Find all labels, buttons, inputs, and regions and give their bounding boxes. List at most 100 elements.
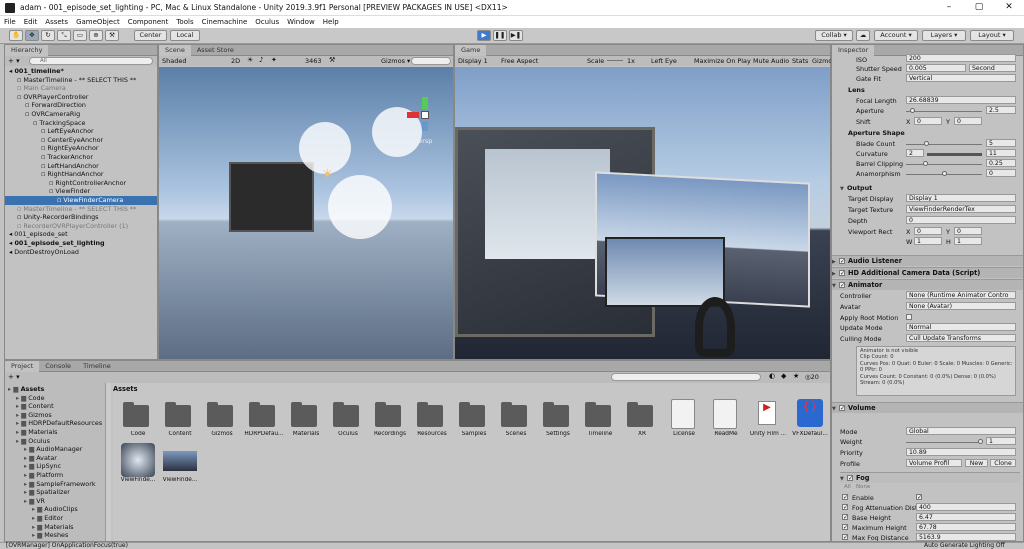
hierarchy-item[interactable]: ▫ Main Camera xyxy=(5,84,157,93)
custom-tool-button[interactable]: ⚒ xyxy=(105,30,119,41)
shift-y-field[interactable]: 0 xyxy=(954,117,982,125)
display-dropdown[interactable]: Display 1 xyxy=(458,57,488,65)
curvature-range-slider[interactable] xyxy=(927,153,982,156)
asset-item[interactable]: ViewFinde... xyxy=(159,441,201,501)
project-tree-item[interactable]: ▸ ▆ Materials xyxy=(5,428,105,437)
project-create-button[interactable]: + ▾ xyxy=(8,373,20,381)
filter-label-icon[interactable]: ◆ xyxy=(781,372,786,380)
tab-asset-store[interactable]: Asset Store xyxy=(191,45,240,56)
scene-orientation-gizmo[interactable] xyxy=(407,97,443,133)
stats-toggle[interactable]: Stats xyxy=(792,57,808,65)
vrect-y-field[interactable]: 0 xyxy=(954,227,982,235)
profile-field[interactable]: Volume Profil xyxy=(906,459,962,467)
project-tree-item[interactable]: ▸ ▆ VR xyxy=(5,497,105,506)
menu-component[interactable]: Component xyxy=(124,16,173,28)
project-tree-item[interactable]: ▸ ▆ AudioClips xyxy=(5,505,105,514)
project-tree-item[interactable]: ▸ ▆ Gizmos xyxy=(5,411,105,420)
base-height-field[interactable]: 6.47 xyxy=(916,513,1016,521)
mode-dropdown[interactable]: Global xyxy=(906,427,1016,435)
pause-button[interactable]: ❚❚ xyxy=(493,30,507,41)
shift-x-field[interactable]: 0 xyxy=(914,117,942,125)
hierarchy-item[interactable]: ▫ RightHandAnchor xyxy=(5,170,157,179)
asset-item[interactable]: Samples xyxy=(453,395,495,455)
update-mode-dropdown[interactable]: Normal xyxy=(906,323,1016,331)
asset-item[interactable]: Settings xyxy=(537,395,579,455)
fog-all-toggle[interactable]: All xyxy=(844,484,851,490)
aspect-dropdown[interactable]: Free Aspect xyxy=(501,57,538,65)
asset-item[interactable]: ReadMe xyxy=(705,395,747,455)
asset-item[interactable]: Scenes xyxy=(495,395,537,455)
asset-item[interactable]: ▶Unity Film ... xyxy=(747,395,789,455)
project-tree-item[interactable]: ▸ ▆ Code xyxy=(5,394,105,403)
asset-item[interactable]: License xyxy=(663,395,705,455)
depth-field[interactable]: 0 xyxy=(906,216,1016,224)
layout-dropdown[interactable]: Layout ▾ xyxy=(970,30,1014,41)
barrel-clipping-slider[interactable] xyxy=(906,164,982,165)
collab-button[interactable]: Collab ▾ xyxy=(815,30,853,41)
game-viewport[interactable] xyxy=(455,67,830,359)
scene-viewport[interactable]: ☀ < Persp xyxy=(159,67,453,359)
fog-attenuation-field[interactable]: 400 xyxy=(916,503,1016,511)
project-tree-item[interactable]: ▸ ▆ SampleFramework xyxy=(5,480,105,489)
hierarchy-item[interactable]: ▫ ForwardDirection xyxy=(5,101,157,110)
root-motion-checkbox[interactable] xyxy=(906,314,912,320)
priority-field[interactable]: 10.89 xyxy=(906,448,1016,456)
tab-hierarchy[interactable]: Hierarchy xyxy=(5,45,48,56)
shading-mode-dropdown[interactable]: Shaded xyxy=(162,57,186,65)
hierarchy-item[interactable]: ▫ CenterEyeAnchor xyxy=(5,136,157,145)
project-tree-item[interactable]: ▸ ▆ Editor xyxy=(5,514,105,523)
hierarchy-item[interactable]: ▫ TrackingSpace xyxy=(5,119,157,128)
avatar-field[interactable]: None (Avatar) xyxy=(906,302,1016,310)
asset-item[interactable]: Recordings xyxy=(369,395,411,455)
asset-item[interactable]: XR xyxy=(621,395,663,455)
rect-tool-button[interactable]: ▭ xyxy=(73,30,87,41)
persp-label[interactable]: < Persp xyxy=(407,137,432,145)
menu-oculus[interactable]: Oculus xyxy=(251,16,283,28)
tab-project[interactable]: Project xyxy=(5,361,39,372)
scale-slider[interactable] xyxy=(607,60,623,61)
layers-dropdown[interactable]: Layers ▾ xyxy=(922,30,966,41)
effects-icon[interactable]: ✦ xyxy=(271,56,277,64)
account-dropdown[interactable]: Account ▾ xyxy=(874,30,918,41)
vrect-x-field[interactable]: 0 xyxy=(914,227,942,235)
menu-gameobject[interactable]: GameObject xyxy=(72,16,124,28)
weight-knob[interactable] xyxy=(978,439,983,444)
hierarchy-item[interactable]: ▫ OVRCameraRig xyxy=(5,110,157,119)
scene-search-input[interactable] xyxy=(411,57,451,65)
hierarchy-item[interactable]: ▫ RightEyeAnchor xyxy=(5,144,157,153)
project-tree-item[interactable]: ▸ ▆ Avatar xyxy=(5,454,105,463)
scale-tool-button[interactable]: ⤡ xyxy=(57,30,71,41)
audio-listener-header[interactable]: ▶✓Audio Listener xyxy=(832,255,1024,266)
gizmos-dropdown[interactable]: Gizmos ▾ xyxy=(381,57,410,65)
weight-field[interactable]: 1 xyxy=(986,437,1016,445)
pivot-center-button[interactable]: Center xyxy=(134,30,167,41)
project-tree-item[interactable]: ▸ ▆ AudioManager xyxy=(5,445,105,454)
vrect-w-field[interactable]: 1 xyxy=(914,237,942,245)
enable-override-checkbox[interactable]: ✓ xyxy=(842,494,848,500)
enable-checkbox[interactable]: ✓ xyxy=(916,494,922,500)
curvature-max-field[interactable]: 11 xyxy=(986,149,1016,157)
project-tree-item[interactable]: ▸ ▆ Content xyxy=(5,402,105,411)
curvature-min-field[interactable]: 2 xyxy=(906,149,924,157)
menu-tools[interactable]: Tools xyxy=(172,16,197,28)
fog-none-toggle[interactable]: None xyxy=(856,484,870,490)
project-tree-item[interactable]: ▸ ▆ Platform xyxy=(5,471,105,480)
volume-header[interactable]: ▼✓Volume xyxy=(832,402,1024,413)
hierarchy-item[interactable]: ▫ ViewFinder xyxy=(5,187,157,196)
gatefit-dropdown[interactable]: Vertical xyxy=(906,74,1016,82)
favorite-icon[interactable]: ★ xyxy=(793,372,799,380)
hierarchy-item[interactable]: ◂ 001_timeline* xyxy=(5,67,157,76)
project-tree-item[interactable]: ▸ ▆ Spatializer xyxy=(5,488,105,497)
transform-tool-button[interactable]: ⊕ xyxy=(89,30,103,41)
2d-toggle[interactable]: 2D xyxy=(231,57,240,65)
anamorphism-field[interactable]: 0 xyxy=(986,169,1016,177)
project-tree-item[interactable]: ▸ ▆ Assets xyxy=(5,385,105,394)
target-texture-field[interactable]: ViewFinderRenderTex xyxy=(906,205,1016,213)
hierarchy-item[interactable]: ▫ MasterTimeline - ** SELECT THIS ** xyxy=(5,76,157,85)
project-tree-item[interactable]: ▸ ▆ Meshes xyxy=(5,531,105,540)
fog-attenuation-override-checkbox[interactable]: ✓ xyxy=(842,504,848,510)
shutter-field[interactable]: 0.005 xyxy=(906,64,966,72)
blade-count-field[interactable]: 5 xyxy=(986,139,1016,147)
tools-icon[interactable]: ⚒ xyxy=(329,56,335,64)
project-tree-item[interactable]: ▸ ▆ HDRPDefaultResources xyxy=(5,419,105,428)
